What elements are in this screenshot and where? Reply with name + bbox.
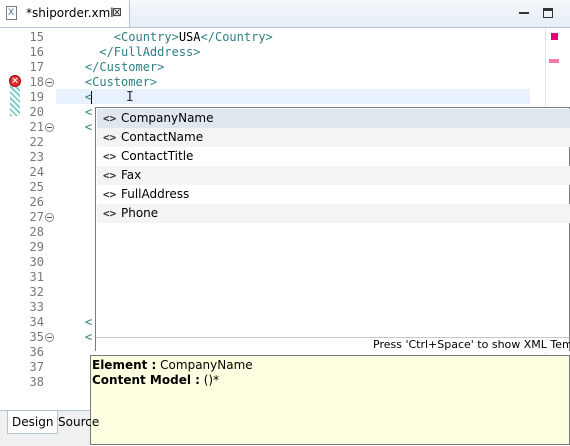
line-number: 30	[29, 255, 44, 269]
element-tag-icon: <>	[103, 207, 117, 220]
code-line[interactable]: <	[56, 120, 92, 135]
xml-tag: </Country>	[200, 30, 273, 44]
content-assist-item[interactable]: <> Fax	[97, 166, 570, 185]
content-assist-item[interactable]: <> Phone	[97, 204, 570, 223]
line-number: 28	[29, 225, 44, 239]
minimize-icon[interactable]	[519, 12, 529, 16]
content-assist-label: ContactTitle	[121, 149, 194, 163]
content-assist-item[interactable]: <> ContactName	[97, 128, 570, 147]
line-number: 35	[29, 330, 44, 344]
content-assist-item[interactable]: <> CompanyName	[97, 109, 570, 128]
fold-toggle-icon[interactable]	[45, 123, 54, 132]
maximize-icon[interactable]	[543, 8, 553, 18]
code-line[interactable]: <Customer>	[56, 75, 157, 90]
element-tag-icon: <>	[103, 188, 117, 201]
code-line[interactable]: <Country>USA</Country>	[56, 30, 273, 45]
tab-title: *shiporder.xml	[26, 6, 114, 20]
xml-tag: </FullAddress>	[56, 45, 201, 59]
line-number: 21	[29, 120, 44, 134]
xml-tag: <Country>	[56, 30, 179, 44]
content-assist-label: FullAddress	[121, 187, 190, 201]
content-model-value: ()*	[199, 373, 220, 387]
close-tab-icon[interactable]: ⊠	[112, 5, 122, 19]
xml-tag: <	[56, 90, 93, 104]
xml-tag: <	[56, 330, 93, 344]
tab-design[interactable]: Design	[7, 411, 59, 434]
line-number: 17	[29, 60, 44, 74]
xml-tag: <Customer>	[56, 75, 158, 89]
content-model-line: Content Model : ()*	[92, 373, 219, 388]
content-assist-status: Press 'Ctrl+Space' to show XML Templa	[96, 337, 570, 352]
content-assist-label: CompanyName	[121, 111, 214, 125]
xml-file-icon	[6, 6, 17, 20]
element-tag-icon: <>	[103, 131, 117, 144]
line-number: 24	[29, 165, 44, 179]
line-number: 16	[29, 45, 44, 59]
line-number: 18	[29, 75, 44, 89]
element-tag-icon: <>	[103, 112, 117, 125]
error-overview-marker[interactable]	[551, 33, 558, 40]
code-line[interactable]: </FullAddress>	[56, 45, 201, 60]
content-assist-label: Phone	[121, 206, 159, 220]
line-number: 25	[29, 180, 44, 194]
content-assist-label: Fax	[121, 168, 142, 182]
code-line[interactable]: <	[56, 105, 92, 120]
content-assist-item[interactable]: <> FullAddress	[97, 185, 570, 204]
xml-tag: <	[56, 105, 93, 119]
warning-overview-marker[interactable]	[549, 59, 559, 63]
code-line[interactable]: <	[56, 315, 92, 330]
element-info-line: Element : CompanyName	[92, 358, 253, 373]
line-number: 22	[29, 135, 44, 149]
content-assist-item[interactable]: <> ContactTitle	[97, 147, 570, 166]
line-number: 19	[29, 90, 44, 104]
line-number: 31	[29, 270, 44, 284]
element-info-popup: Element : CompanyName Content Model : ()…	[90, 355, 570, 445]
editor-page-tabs: Design Source	[0, 410, 99, 446]
tab-source[interactable]: Source	[54, 411, 103, 433]
xml-text: USA	[178, 30, 201, 44]
content-model-label: Content Model :	[92, 373, 200, 387]
ibeam-cursor-icon: I	[126, 90, 134, 105]
element-value: CompanyName	[156, 358, 253, 372]
line-number: 15	[29, 30, 44, 44]
code-line[interactable]: </Customer>	[56, 60, 164, 75]
element-label: Element :	[92, 358, 157, 372]
tab-shiporder-xml[interactable]: *shiporder.xml ⊠	[0, 0, 130, 27]
xml-tag: <	[56, 315, 93, 329]
error-icon[interactable]: ×	[9, 75, 21, 87]
line-number: 26	[29, 195, 44, 209]
content-assist-popup[interactable]: Press 'Ctrl+Space' to show XML Templa <>…	[95, 107, 570, 352]
line-number: 36	[29, 345, 44, 359]
xml-tag: </Customer>	[56, 60, 165, 74]
line-number: 20	[29, 105, 44, 119]
fold-toggle-icon[interactable]	[45, 78, 54, 87]
element-tag-icon: <>	[103, 150, 117, 163]
line-number: 27	[29, 210, 44, 224]
element-tag-icon: <>	[103, 169, 117, 182]
line-number: 29	[29, 240, 44, 254]
line-number: 33	[29, 300, 44, 314]
content-assist-label: ContactName	[121, 130, 204, 144]
editor-tab-bar: *shiporder.xml ⊠	[0, 0, 570, 28]
line-number: 38	[29, 375, 44, 389]
line-number: 34	[29, 315, 44, 329]
code-line[interactable]: <	[56, 90, 92, 105]
content-assist-hint: Press 'Ctrl+Space' to show XML Templa	[373, 338, 570, 351]
xml-tag: <	[56, 120, 93, 134]
fold-toggle-icon[interactable]	[45, 333, 54, 342]
line-number: 32	[29, 285, 44, 299]
line-number: 23	[29, 150, 44, 164]
line-number: 37	[29, 360, 44, 374]
fold-toggle-icon[interactable]	[45, 213, 54, 222]
code-line[interactable]: <	[56, 330, 92, 345]
